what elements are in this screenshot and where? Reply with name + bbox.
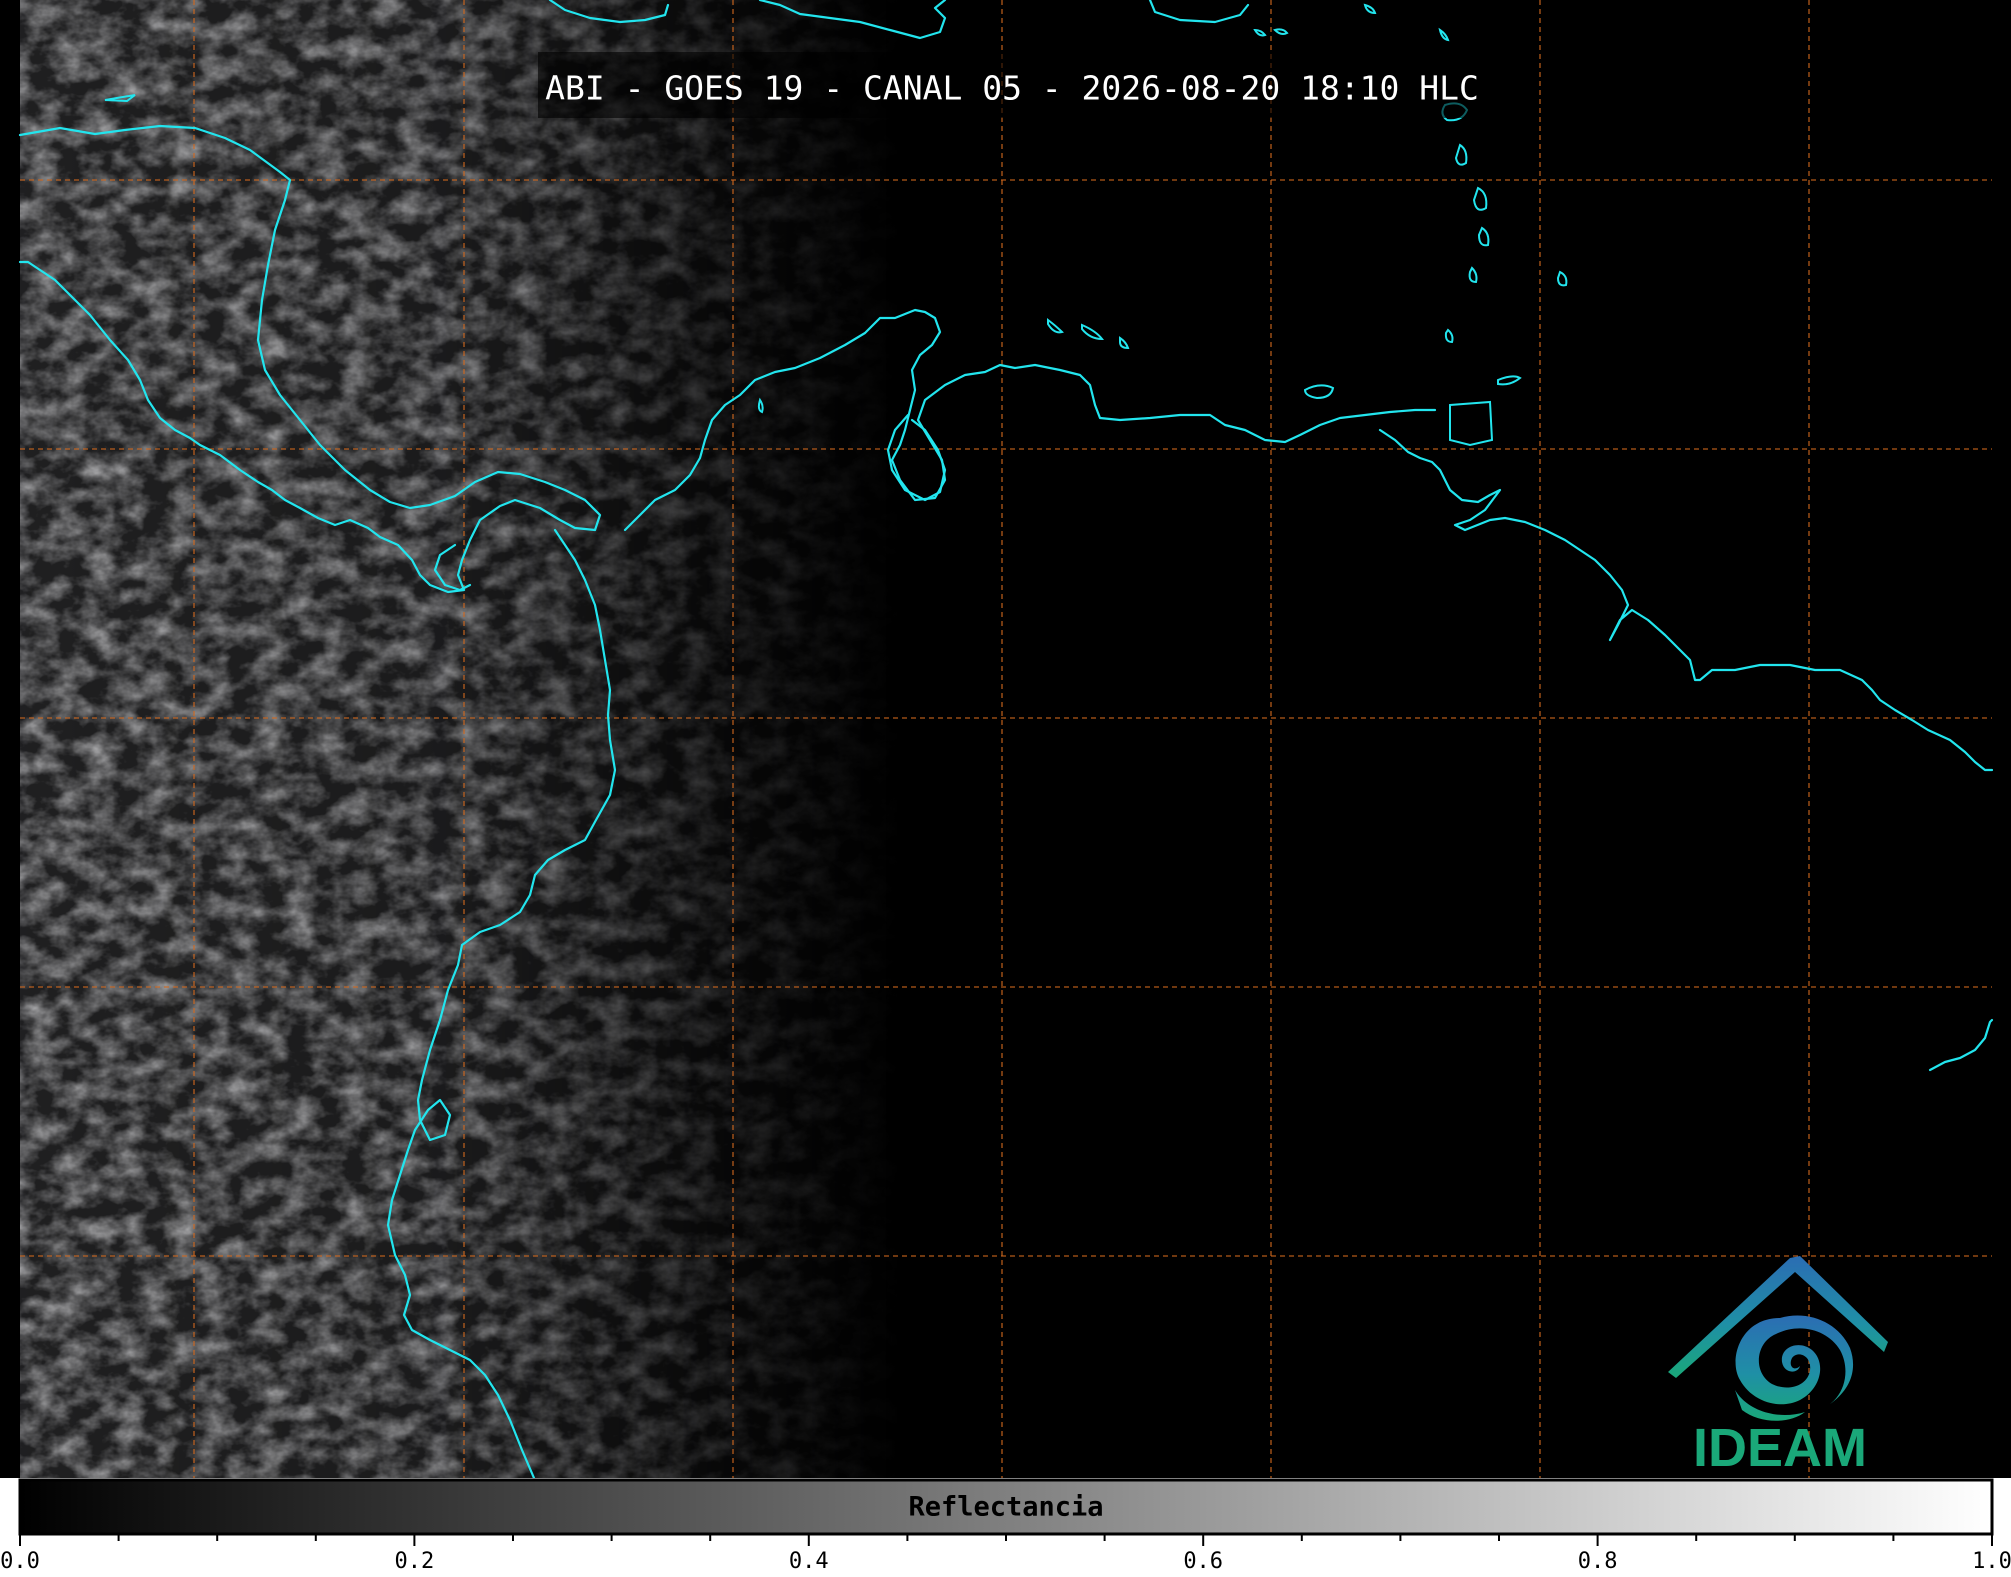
map-title: ABI - GOES 19 - CANAL 05 - 2026-08-20 18… [545, 69, 1479, 108]
left-border [0, 0, 20, 1478]
colorbar-tick-label: 0.0 [0, 1549, 40, 1574]
colorbar-ticks: 0.0 0.2 0.4 0.6 0.8 1.0 [0, 1534, 2011, 1574]
colorbar-tick-label: 0.2 [395, 1549, 435, 1574]
colorbar-tick-label: 0.8 [1578, 1549, 1618, 1574]
colorbar-label: Reflectancia [908, 1492, 1103, 1523]
logo-text: IDEAM [1693, 1418, 1867, 1478]
satellite-image: ABI - GOES 19 - CANAL 05 - 2026-08-20 18… [0, 0, 2011, 1478]
colorbar-graphic: Reflectancia 0.0 0.2 0.4 0.6 0.8 1.0 [0, 1478, 2011, 1574]
colorbar-tick-label: 0.6 [1183, 1549, 1223, 1574]
satellite-map-panel: ABI - GOES 19 - CANAL 05 - 2026-08-20 18… [0, 0, 2011, 1478]
colorbar-tick-label: 1.0 [1972, 1549, 2011, 1574]
colorbar-tick-label: 0.4 [789, 1549, 829, 1574]
colorbar: Reflectancia 0.0 0.2 0.4 0.6 0.8 1.0 [0, 1478, 2011, 1577]
